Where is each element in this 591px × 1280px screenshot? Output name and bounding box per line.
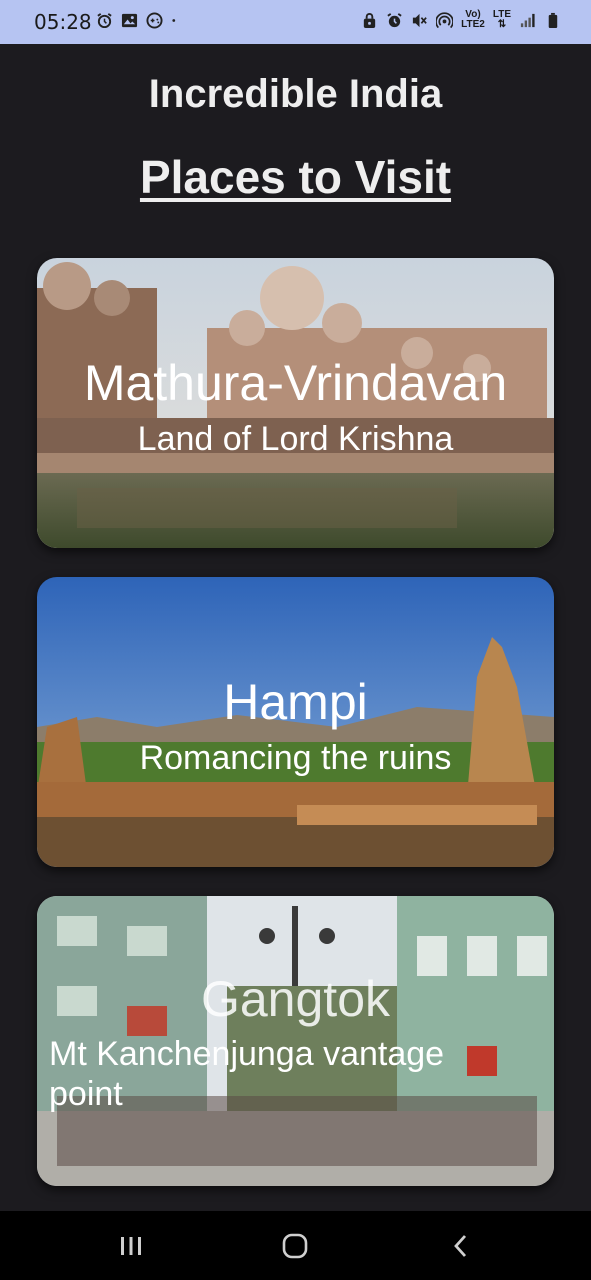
place-title: Gangtok bbox=[200, 971, 390, 1027]
status-time: 05:28 bbox=[34, 10, 92, 34]
game-icon bbox=[146, 12, 163, 29]
volte-sub-label: LTE2 bbox=[461, 19, 485, 30]
alarm-icon bbox=[387, 12, 402, 27]
lte-icon: LTE ⇅ bbox=[493, 10, 511, 30]
place-subtitle: Mt Kanchenjunga vantage point bbox=[49, 1035, 445, 1113]
recent-apps-icon[interactable] bbox=[118, 1233, 144, 1259]
signal-icon bbox=[520, 13, 535, 27]
battery-icon bbox=[548, 12, 558, 28]
place-subtitle: Romancing the ruins bbox=[139, 739, 452, 777]
hotspot-icon bbox=[436, 11, 454, 28]
system-nav-bar bbox=[0, 1211, 591, 1280]
place-card-mathura[interactable]: Mathura-Vrindavan Land of Lord Krishna bbox=[37, 258, 554, 548]
place-card-gangtok[interactable]: Gangtok Mt Kanchenjunga vantage point bbox=[37, 896, 554, 1186]
section-title: Places to Visit bbox=[139, 151, 452, 203]
app-title: Incredible India bbox=[148, 72, 443, 116]
place-title: Mathura-Vrindavan bbox=[83, 355, 508, 411]
place-title: Hampi bbox=[223, 674, 368, 730]
lte-arrows: ⇅ bbox=[497, 19, 507, 30]
alarm-icon bbox=[97, 13, 112, 29]
place-subtitle: Land of Lord Krishna bbox=[137, 420, 454, 458]
volte-icon: Vo) LTE2 bbox=[461, 10, 485, 30]
home-icon[interactable] bbox=[282, 1233, 308, 1259]
image-icon bbox=[121, 13, 138, 28]
status-icons-left bbox=[96, 12, 181, 29]
status-icons-right: Vo) LTE2 LTE ⇅ bbox=[361, 10, 561, 30]
lock-icon bbox=[363, 12, 376, 28]
place-card-hampi[interactable]: Hampi Romancing the ruins bbox=[37, 577, 554, 867]
dot-icon bbox=[172, 19, 176, 22]
back-icon[interactable] bbox=[448, 1233, 474, 1259]
status-bar: 05:28 Vo) LTE2 LTE ⇅ bbox=[0, 0, 591, 44]
mute-icon bbox=[413, 13, 427, 27]
